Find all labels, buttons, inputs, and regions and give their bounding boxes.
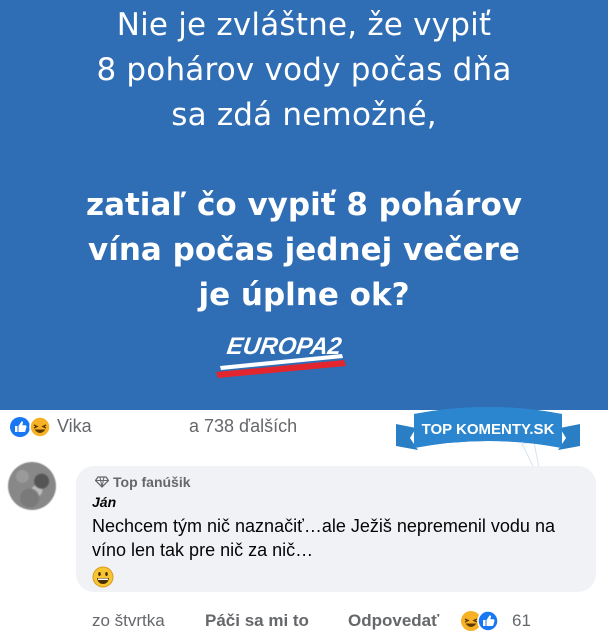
haha-icon <box>29 416 51 438</box>
post-image[interactable]: Nie je zvláštne, že vypiť 8 pohárov vody… <box>0 0 608 410</box>
image-text-line: vína počas jednej večere <box>88 232 520 268</box>
image-text-line: 8 pohárov vody počas dňa <box>96 52 512 88</box>
reaction-count[interactable]: 61 <box>512 611 531 631</box>
avatar[interactable] <box>8 462 56 510</box>
like-icon <box>10 417 30 437</box>
comment-author[interactable]: Ján <box>92 494 116 510</box>
post-image-text-bold: zatiaľ čo vypiť 8 pohárov vína počas jed… <box>0 183 608 318</box>
image-text-line: zatiaľ čo vypiť 8 pohárov <box>86 187 522 223</box>
comment-reaction-icons[interactable] <box>460 610 506 632</box>
comment-timestamp[interactable]: zo štvrtka <box>92 611 165 631</box>
comment-text: Nechcem tým nič naznačiť…ale Ježiš nepre… <box>92 516 555 560</box>
badge-label: Top fanúšik <box>113 474 191 490</box>
logo-text: EUROPA2 <box>225 333 344 360</box>
grinning-face-icon <box>92 566 114 588</box>
image-text-line: je úplne ok? <box>198 277 410 313</box>
like-icon <box>477 610 499 632</box>
diamond-icon <box>95 476 109 488</box>
post-image-text-light: Nie je zvláštne, že vypiť 8 pohárov vody… <box>0 3 608 138</box>
reply-button[interactable]: Odpovedať <box>348 611 439 631</box>
like-button[interactable]: Páči sa mi to <box>205 611 309 631</box>
reaction-icons[interactable] <box>9 416 55 438</box>
image-text-line: Nie je zvláštne, že vypiť <box>116 7 492 43</box>
top-fan-badge: Top fanúšik <box>95 474 191 490</box>
europa2-logo: EUROPA2 <box>216 333 346 378</box>
image-text-line: sa zdá nemožné, <box>171 97 437 133</box>
reaction-others-count[interactable]: a 738 ďalších <box>189 416 297 437</box>
reaction-name[interactable]: Vika <box>57 416 92 437</box>
banner-text: TOP KOMENTY.SK <box>422 421 555 438</box>
